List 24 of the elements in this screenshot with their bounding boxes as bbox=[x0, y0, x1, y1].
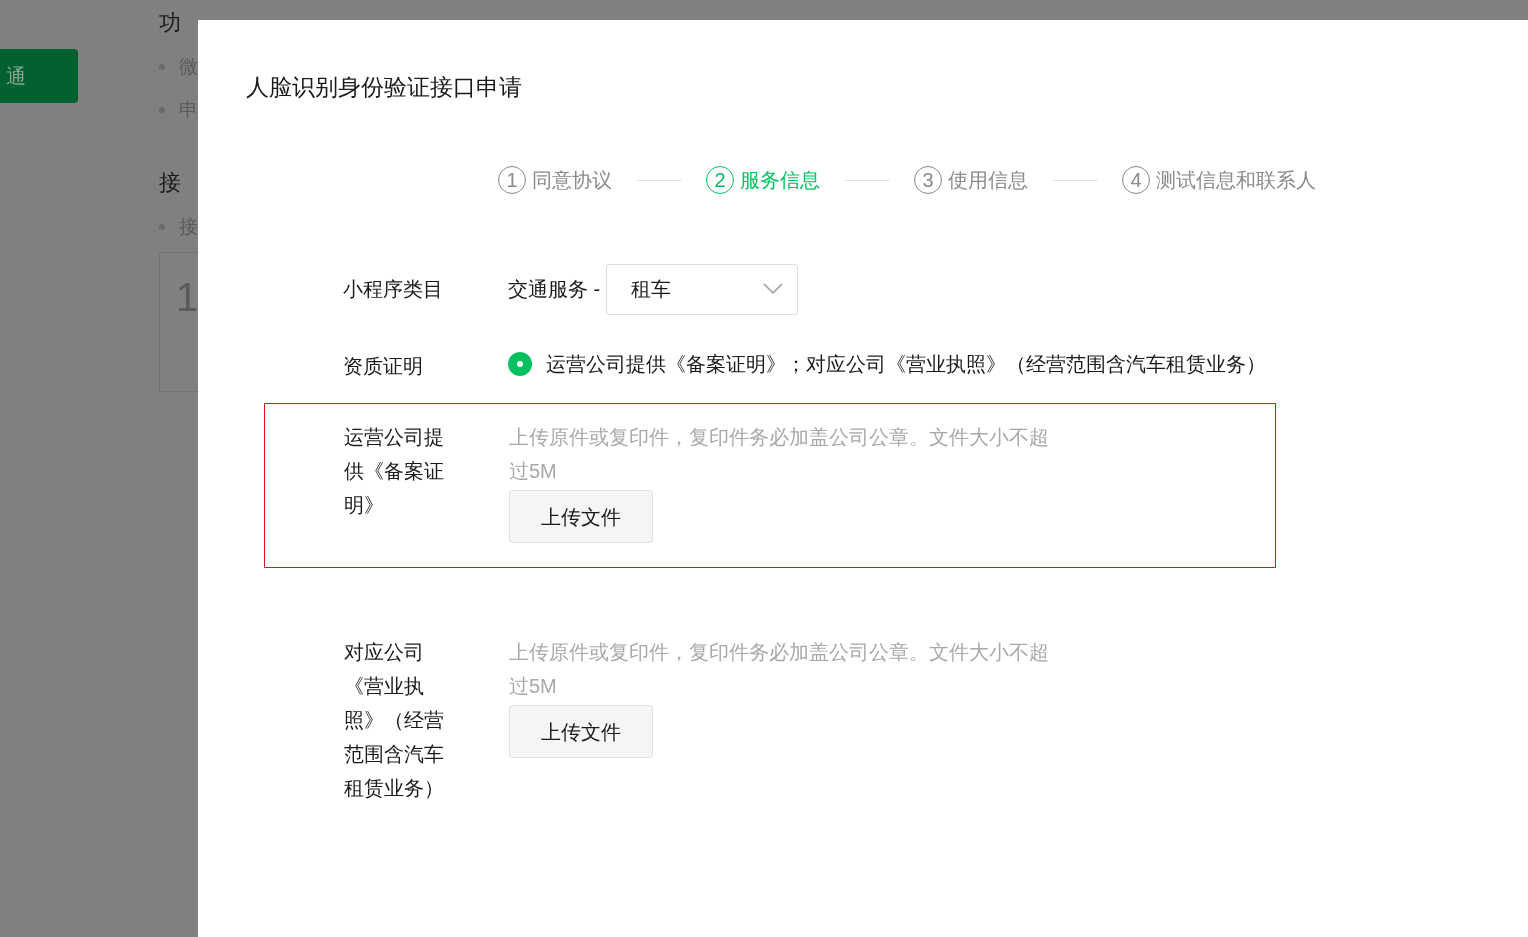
step-label: 同意协议 bbox=[532, 168, 612, 193]
step-tab[interactable]: 1 同意协议 bbox=[498, 165, 612, 195]
section-heading: 功 bbox=[159, 9, 182, 37]
field-label: 小程序类目 bbox=[343, 277, 444, 302]
upload-hint: 上传原件或复印件，复印件务必加盖公司公章。文件大小不超过5M bbox=[509, 640, 1049, 699]
step-label: 测试信息和联系人 bbox=[1156, 168, 1316, 193]
field-label: 资质证明 bbox=[343, 354, 424, 379]
chevron-down-icon bbox=[763, 283, 784, 295]
step-tab[interactable]: 4 测试信息和联系人 bbox=[1122, 165, 1316, 195]
radio-option[interactable]: 运营公司提供《备案证明》；对应公司《营业执照》（经营范围含汽车租赁业务） bbox=[508, 349, 1276, 379]
step-tab[interactable]: 2 服务信息 bbox=[706, 165, 820, 195]
step-label: 使用信息 bbox=[948, 168, 1028, 193]
upload-button[interactable]: 上传文件 bbox=[509, 705, 653, 758]
field-label: 对应公司《营业执照》（经营范围含汽车租赁业务） bbox=[344, 640, 445, 801]
step-label: 服务信息 bbox=[740, 168, 820, 193]
category-prefix: 交通服务 - bbox=[508, 277, 601, 302]
field-label: 运营公司提供《备案证明》 bbox=[344, 425, 445, 518]
section-heading: 接 bbox=[159, 169, 182, 197]
dialog-title: 人脸识别身份验证接口申请 bbox=[246, 73, 523, 100]
upload-hint: 上传原件或复印件，复印件务必加盖公司公章。文件大小不超过5M bbox=[509, 425, 1049, 484]
upload-button[interactable]: 上传文件 bbox=[509, 490, 653, 543]
step-tab[interactable]: 3 使用信息 bbox=[914, 165, 1028, 195]
category-select[interactable]: 租车 bbox=[606, 263, 799, 315]
open-button[interactable]: 通 bbox=[0, 49, 78, 103]
